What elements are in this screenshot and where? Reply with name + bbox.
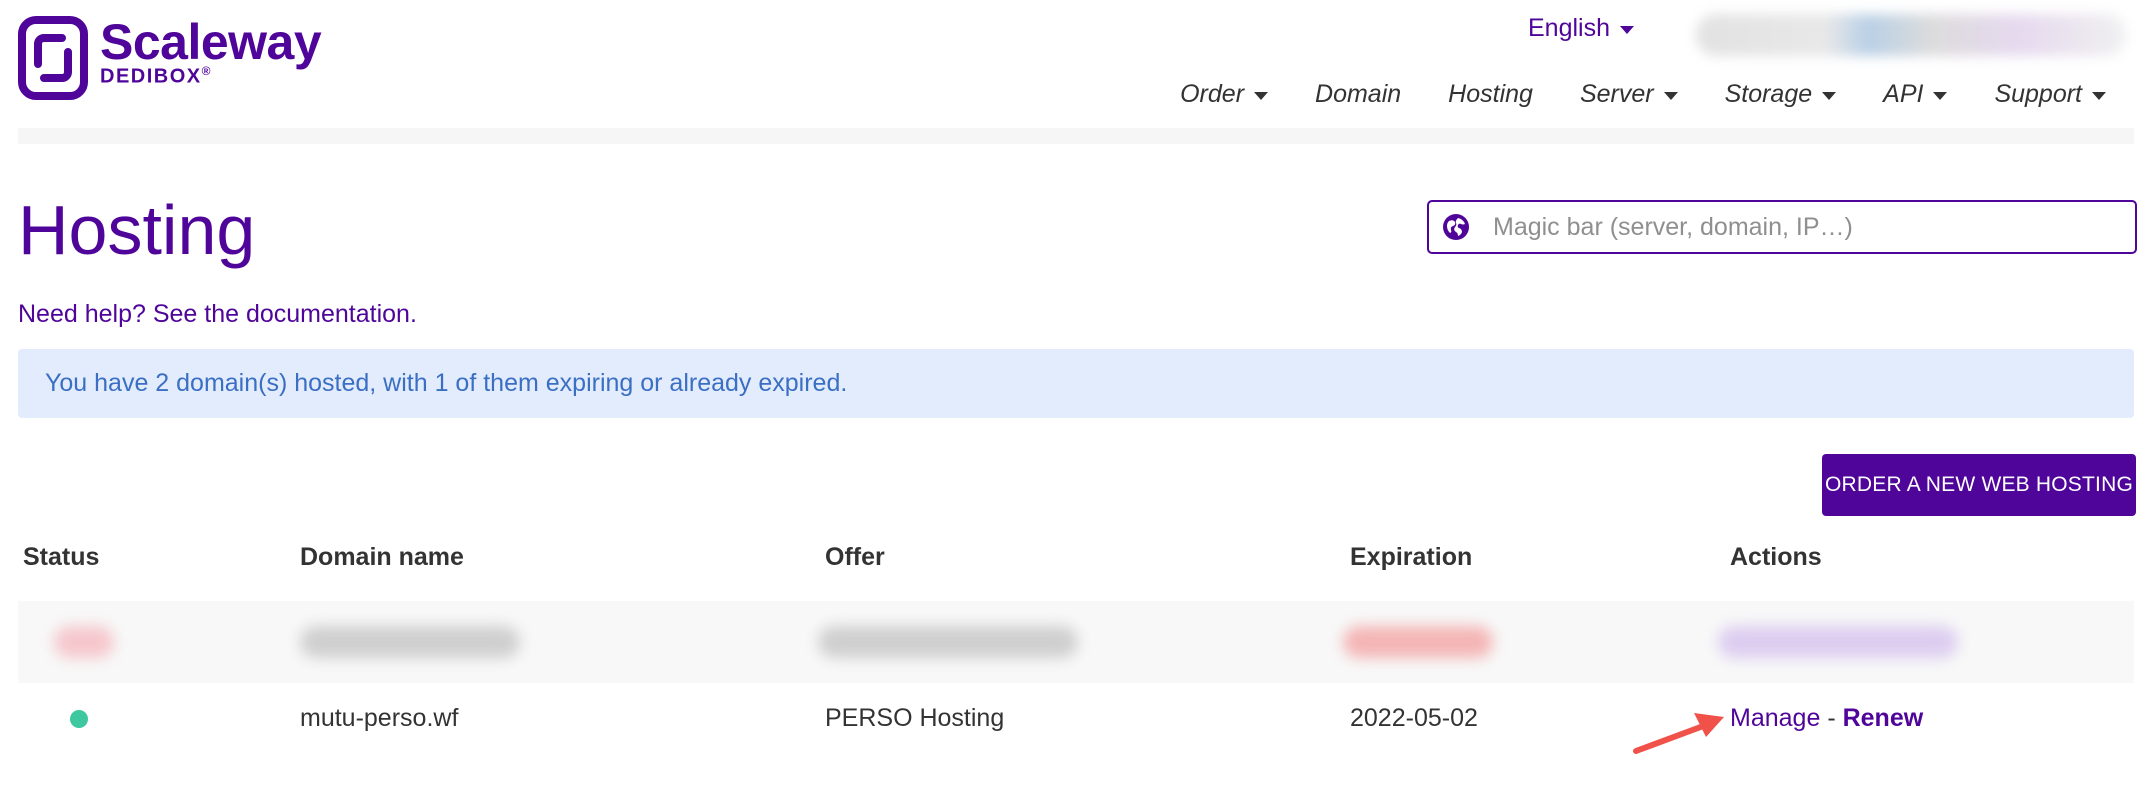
offer-cell: PERSO Hosting	[825, 704, 1005, 732]
expiration-cell: 2022-05-02	[1350, 704, 1478, 732]
domain-cell: mutu-perso.wf	[300, 704, 459, 732]
documentation-link[interactable]: Need help? See the documentation.	[18, 300, 417, 329]
scaleway-logo-icon	[18, 16, 88, 100]
language-label: English	[1528, 14, 1610, 42]
chevron-down-icon	[1620, 26, 1634, 34]
header-offer: Offer	[825, 543, 885, 571]
header-divider	[18, 128, 2134, 144]
magic-bar-input[interactable]	[1493, 212, 2113, 242]
renew-link[interactable]: Renew	[1843, 704, 1924, 732]
redacted-offer	[818, 626, 1078, 658]
main-nav: Order Domain Hosting Server Storage API …	[1180, 80, 2106, 109]
brand-name: Scaleway	[100, 14, 322, 70]
actions-separator: -	[1827, 704, 1836, 732]
scaleway-logo[interactable]: Scaleway DEDIBOX®	[18, 14, 322, 100]
manage-link[interactable]: Manage	[1730, 704, 1820, 732]
chevron-down-icon	[1254, 92, 1269, 100]
header-status: Status	[23, 543, 100, 571]
nav-server[interactable]: Server	[1580, 80, 1678, 109]
account-menu-blurred[interactable]	[1696, 14, 2126, 56]
header-expiration: Expiration	[1350, 543, 1473, 571]
redacted-expiration	[1343, 626, 1493, 658]
redacted-status	[54, 626, 114, 658]
table-row-redacted	[18, 601, 2134, 683]
info-alert: You have 2 domain(s) hosted, with 1 of t…	[18, 349, 2134, 418]
nav-storage[interactable]: Storage	[1725, 80, 1837, 109]
chevron-down-icon	[1663, 92, 1678, 100]
language-selector[interactable]: English	[1528, 14, 1634, 43]
nav-order[interactable]: Order	[1180, 80, 1269, 109]
magic-bar[interactable]	[1427, 200, 2137, 254]
hosting-page: Scaleway DEDIBOX® English Order Domain H…	[0, 0, 2150, 800]
header-actions: Actions	[1730, 543, 1822, 571]
chevron-down-icon	[1822, 92, 1837, 100]
page-title: Hosting	[18, 191, 256, 269]
nav-support[interactable]: Support	[1994, 80, 2106, 109]
chevron-down-icon	[2092, 92, 2106, 100]
nav-api[interactable]: API	[1883, 80, 1948, 109]
actions-cell: Manage - Renew	[1730, 704, 1923, 733]
annotation-arrow-icon	[1633, 713, 1724, 754]
chevron-down-icon	[1933, 92, 1948, 100]
alert-text: You have 2 domain(s) hosted, with 1 of t…	[45, 369, 848, 397]
order-web-hosting-button[interactable]: ORDER A NEW WEB HOSTING	[1822, 454, 2136, 516]
nav-hosting[interactable]: Hosting	[1448, 80, 1533, 109]
nav-domain[interactable]: Domain	[1315, 80, 1401, 109]
status-indicator	[70, 710, 88, 728]
header-domain-name: Domain name	[300, 543, 464, 571]
globe-icon	[1443, 214, 1469, 240]
redacted-domain	[300, 626, 520, 658]
redacted-actions	[1718, 626, 1958, 658]
